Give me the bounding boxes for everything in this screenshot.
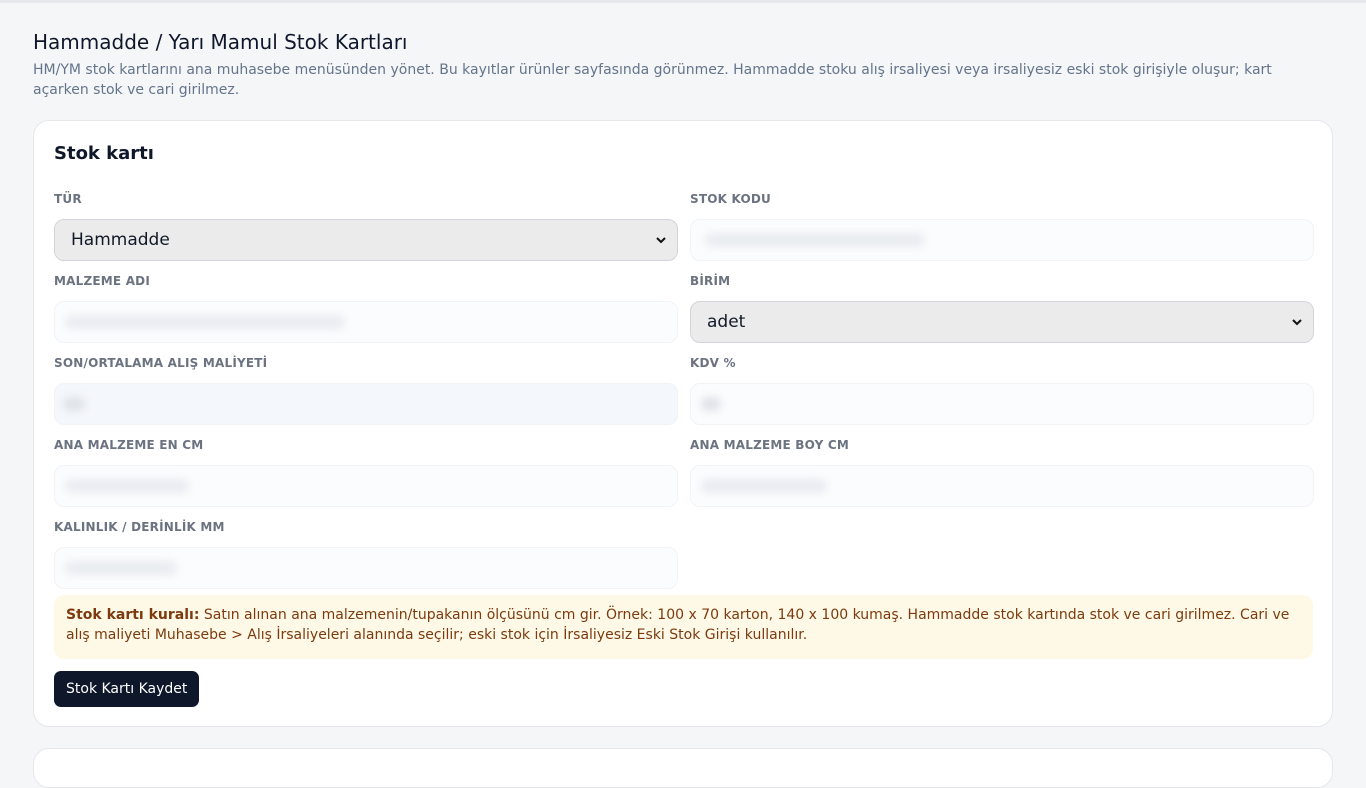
birim-select[interactable]: adet bbox=[690, 301, 1314, 343]
field-boy-cm: ANA MALZEME BOY CM bbox=[690, 437, 1314, 507]
page-title: Hammadde / Yarı Mamul Stok Kartları bbox=[33, 30, 408, 54]
blurred-value bbox=[65, 561, 177, 575]
field-en-cm: ANA MALZEME EN CM bbox=[54, 437, 678, 507]
malzeme-adi-label: MALZEME ADI bbox=[54, 274, 151, 288]
maliyet-input[interactable] bbox=[54, 383, 678, 425]
save-stock-card-button[interactable]: Stok Kartı Kaydet bbox=[54, 671, 200, 707]
birim-label: BİRİM bbox=[690, 274, 731, 288]
note-title: Stok kartı kuralı: bbox=[66, 607, 200, 623]
blurred-value bbox=[63, 397, 85, 411]
chevron-down-icon bbox=[1292, 319, 1302, 326]
kalinlik-input[interactable] bbox=[54, 547, 678, 589]
top-border bbox=[0, 0, 1366, 3]
blurred-value bbox=[705, 233, 925, 247]
chevron-down-icon bbox=[656, 237, 666, 244]
field-kdv: KDV % bbox=[690, 355, 1314, 425]
kdv-input[interactable] bbox=[690, 383, 1314, 425]
maliyet-label: SON/ORTALAMA ALIŞ MALİYETİ bbox=[54, 356, 268, 370]
page-header: Hammadde / Yarı Mamul Stok Kartları HM/Y… bbox=[33, 28, 1333, 100]
stock-card-form: Stok kartı TÜR Hammadde STOK KODU MALZEM… bbox=[33, 120, 1333, 727]
note-text: Satın alınan ana malzemenin/tupakanın öl… bbox=[66, 607, 1290, 643]
boy-cm-input[interactable] bbox=[690, 465, 1314, 507]
tur-label: TÜR bbox=[54, 192, 82, 206]
birim-select-value: adet bbox=[707, 312, 746, 332]
field-tur: TÜR Hammadde bbox=[54, 191, 678, 261]
malzeme-adi-input[interactable] bbox=[54, 301, 678, 343]
kalinlik-label: KALINLIK / DERİNLİK MM bbox=[54, 520, 225, 534]
card-title: Stok kartı bbox=[54, 143, 154, 164]
stock-card-rule-note: Stok kartı kuralı: Satın alınan ana malz… bbox=[54, 595, 1313, 659]
field-birim: BİRİM adet bbox=[690, 273, 1314, 343]
field-stok-kodu: STOK KODU bbox=[690, 191, 1314, 261]
page-description: HM/YM stok kartlarını ana muhasebe menüs… bbox=[33, 62, 1272, 98]
blurred-value bbox=[701, 397, 721, 411]
kdv-label: KDV % bbox=[690, 356, 736, 370]
tur-select[interactable]: Hammadde bbox=[54, 219, 678, 261]
field-kalinlik: KALINLIK / DERİNLİK MM bbox=[54, 519, 678, 589]
blurred-value bbox=[65, 479, 189, 493]
stok-kodu-input[interactable] bbox=[690, 219, 1314, 261]
field-malzeme-adi: MALZEME ADI bbox=[54, 273, 678, 343]
boy-cm-label: ANA MALZEME BOY CM bbox=[690, 438, 850, 452]
next-card bbox=[33, 748, 1333, 788]
en-cm-input[interactable] bbox=[54, 465, 678, 507]
stok-kodu-label: STOK KODU bbox=[690, 192, 771, 206]
field-maliyet: SON/ORTALAMA ALIŞ MALİYETİ bbox=[54, 355, 678, 425]
blurred-value bbox=[65, 315, 345, 329]
en-cm-label: ANA MALZEME EN CM bbox=[54, 438, 204, 452]
tur-select-value: Hammadde bbox=[71, 230, 170, 250]
blurred-value bbox=[701, 479, 827, 493]
